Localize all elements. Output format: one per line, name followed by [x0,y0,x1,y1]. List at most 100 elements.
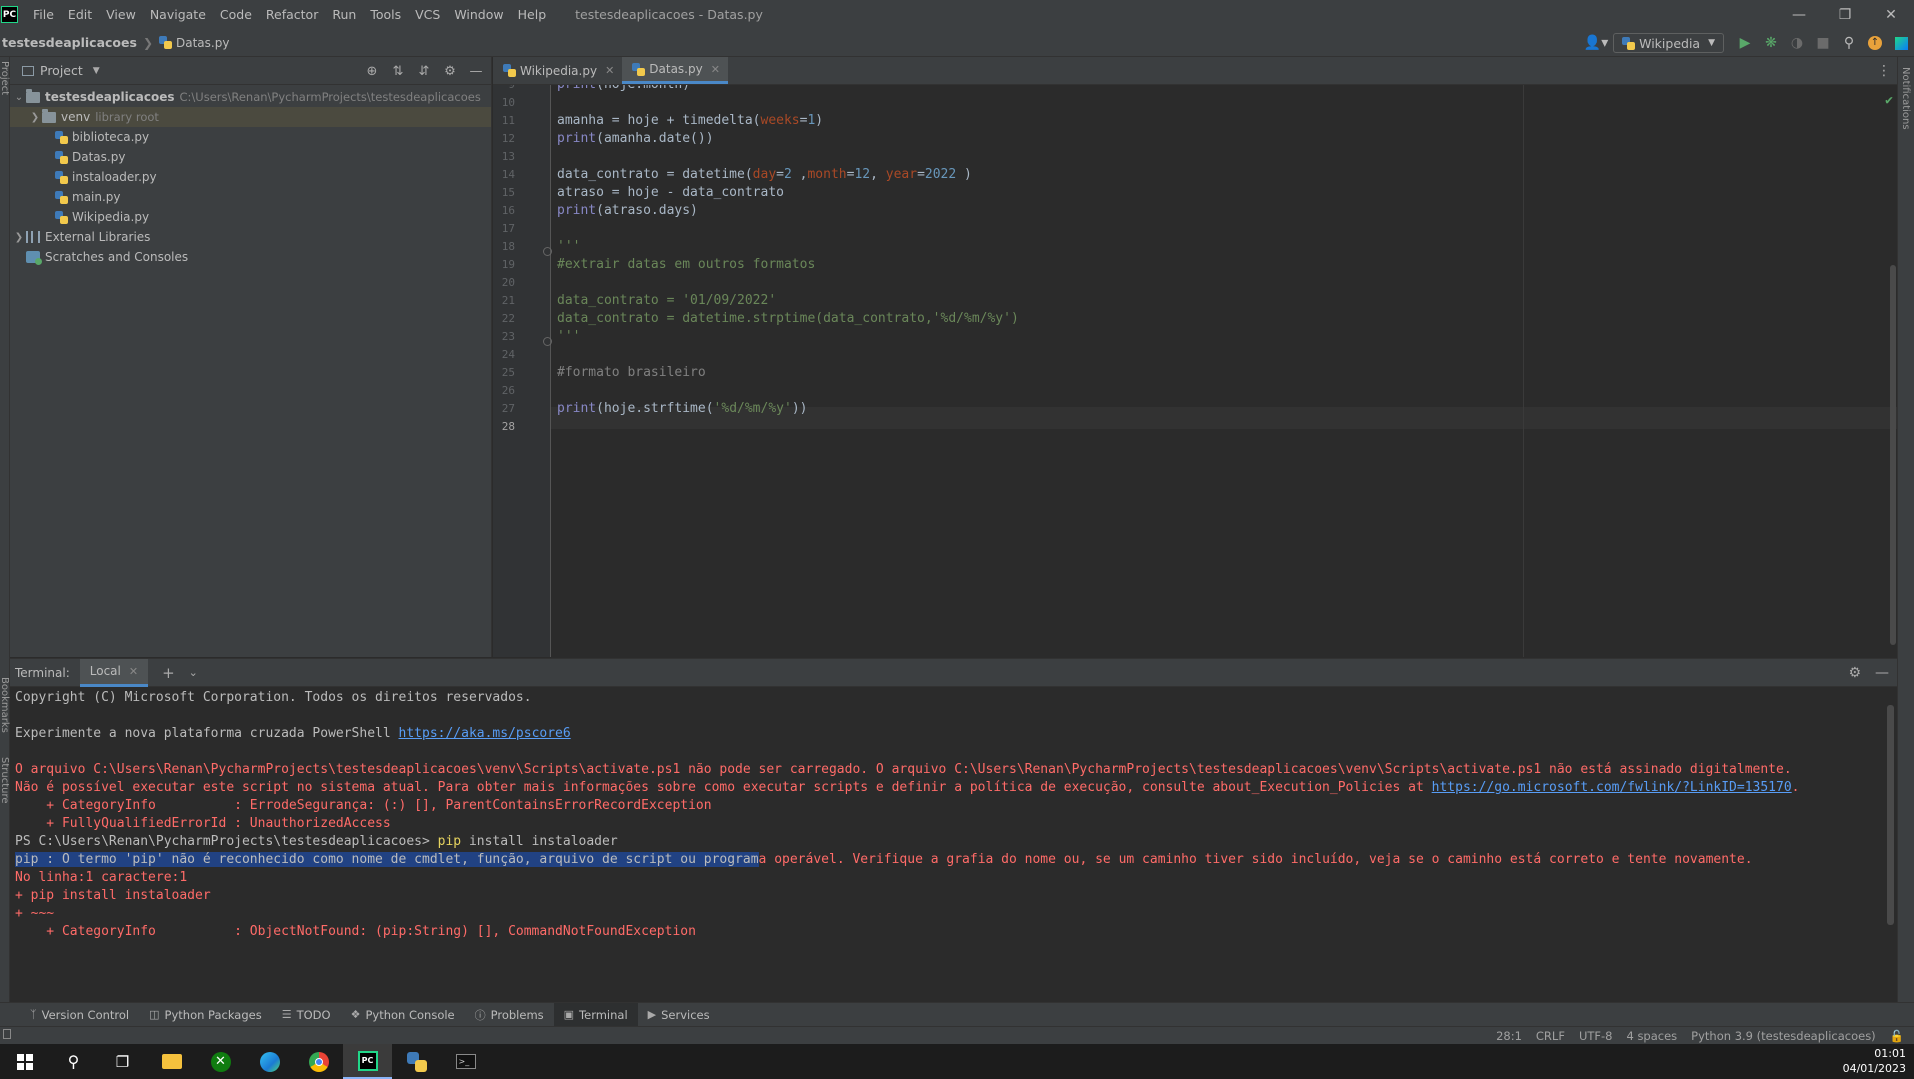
taskbar-search-button[interactable]: ⚲ [49,1044,98,1079]
tool-tab-services[interactable]: ▶ Services [638,1003,720,1027]
notifications-stripe-label[interactable]: Notifications [1900,67,1911,130]
python-interpreter[interactable]: Python 3.9 (testesdeaplicacoes) [1691,1029,1876,1043]
run-icon[interactable]: ▶ [1732,29,1758,57]
search-icon[interactable]: ⚲ [1836,29,1862,57]
taskbar-python[interactable] [392,1044,441,1079]
tool-tab-problems[interactable]: ⓘ Problems [465,1003,554,1027]
menu-file[interactable]: File [26,7,61,22]
breadcrumb-project[interactable]: testesdeaplicacoes [2,35,137,50]
expand-all-icon[interactable]: ⇅ [385,64,411,79]
tree-item-file[interactable]: Datas.py [10,147,491,167]
jetbrains-logo-icon[interactable] [1888,29,1914,57]
scratches-icon [26,251,42,265]
tree-item-file[interactable]: main.py [10,187,491,207]
tree-item-scratches[interactable]: Scratches and Consoles [10,247,491,267]
editor-scrollbar[interactable] [1889,85,1897,657]
more-tabs-icon[interactable]: ⋮ [1877,57,1891,85]
menu-tools[interactable]: Tools [363,7,408,22]
menu-edit[interactable]: Edit [61,7,99,22]
locate-file-icon[interactable]: ⊕ [359,64,385,79]
chevron-down-icon[interactable]: ⌄ [12,92,26,103]
close-icon[interactable]: ✕ [129,665,138,678]
hide-panel-icon[interactable]: — [463,64,489,79]
scrollbar-thumb[interactable] [1890,265,1896,645]
menu-refactor[interactable]: Refactor [259,7,325,22]
tab-wikipedia-py[interactable]: Wikipedia.py ✕ [493,57,622,84]
close-icon[interactable]: ✕ [711,63,720,76]
caret-position[interactable]: 28:1 [1496,1029,1522,1043]
user-icon[interactable]: 👤▾ [1579,29,1613,57]
hide-panel-icon[interactable]: — [1875,665,1889,681]
menu-run[interactable]: Run [325,7,363,22]
tree-item-external-libraries[interactable]: ❯ External Libraries [10,227,491,247]
menu-view[interactable]: View [99,7,143,22]
terminal-output[interactable]: Copyright (C) Microsoft Corporation. Tod… [10,687,1897,1003]
coverage-icon[interactable]: ◑ [1784,29,1810,57]
restore-button[interactable]: ❐ [1822,0,1868,29]
terminal-link[interactable]: https://go.microsoft.com/fwlink/?LinkID=… [1432,780,1792,795]
taskbar-chrome[interactable] [294,1044,343,1079]
new-terminal-icon[interactable]: + [162,664,175,682]
tree-item-label: Wikipedia.py [72,210,150,224]
file-encoding[interactable]: UTF-8 [1579,1029,1613,1043]
bookmarks-stripe-label[interactable]: Bookmarks [0,677,10,733]
gear-icon[interactable]: ⚙ [1848,665,1861,681]
taskbar-terminal[interactable]: >_ [441,1044,490,1079]
tool-tab-todo[interactable]: ☰ TODO [272,1003,341,1027]
minimize-button[interactable]: — [1776,0,1822,29]
project-panel-title[interactable]: Project [40,63,83,78]
terminal-command-args: install instaloader [461,834,618,849]
start-button[interactable] [0,1044,49,1079]
chevron-right-icon[interactable]: ❯ [12,232,26,243]
code-editor: Wikipedia.py ✕ Datas.py ✕ ⋮ 9 10 11 12 1… [493,57,1897,657]
menu-code[interactable]: Code [213,7,259,22]
tree-item-file[interactable]: Wikipedia.py [10,207,491,227]
project-stripe-label[interactable]: Project [0,61,10,95]
tool-windows-toggle-icon[interactable] [3,1029,11,1039]
terminal-scrollbar-thumb[interactable] [1887,705,1894,925]
line-separator[interactable]: CRLF [1536,1029,1565,1043]
tool-tab-python-packages[interactable]: ◫ Python Packages [139,1003,272,1027]
tree-item-venv[interactable]: ❯ venv library root [10,107,491,127]
menu-help[interactable]: Help [511,7,554,22]
close-window-button[interactable]: ✕ [1868,0,1914,29]
tree-item-project-root[interactable]: ⌄ testesdeaplicacoes C:\Users\Renan\Pych… [10,87,491,107]
tool-tab-version-control[interactable]: ᛉ Version Control [20,1003,139,1027]
menu-window[interactable]: Window [447,7,510,22]
gear-icon[interactable]: ⚙ [437,64,463,79]
lock-icon[interactable]: 🔓 [1890,1029,1904,1043]
breadcrumb-file[interactable]: Datas.py [159,35,229,50]
fold-marker-icon[interactable] [543,247,552,256]
collapse-all-icon[interactable]: ⇵ [411,64,437,79]
code-area[interactable]: 9 10 11 12 13 14 15 16 17 18 19 20 21 22… [493,85,1897,657]
menu-vcs[interactable]: VCS [408,7,447,22]
menu-navigate[interactable]: Navigate [143,7,213,22]
debug-icon[interactable]: ❋ [1758,29,1784,57]
indent-setting[interactable]: 4 spaces [1626,1029,1677,1043]
chevron-right-icon[interactable]: ❯ [28,112,42,123]
taskbar-pycharm[interactable]: PC [343,1044,392,1079]
structure-stripe-label[interactable]: Structure [0,757,10,804]
chevron-down-icon[interactable]: ⌄ [189,666,198,679]
taskbar-xbox[interactable]: ✕ [196,1044,245,1079]
run-configuration-select[interactable]: Wikipedia ▼ [1613,33,1724,53]
python-file-icon [55,190,68,204]
taskbar-clock[interactable]: 01:01 04/01/2023 [1843,1046,1906,1076]
close-icon[interactable]: ✕ [605,64,614,77]
taskbar-file-explorer[interactable] [147,1044,196,1079]
tree-item-file[interactable]: instaloader.py [10,167,491,187]
update-icon[interactable]: ↑ [1862,29,1888,57]
pycharm-icon: PC [357,1050,378,1071]
task-view-button[interactable]: ❐ [98,1044,147,1079]
tab-datas-py[interactable]: Datas.py ✕ [622,57,728,84]
tool-tab-python-console[interactable]: ❖ Python Console [341,1003,465,1027]
terminal-header: Terminal: Local ✕ + ⌄ ⚙ — [10,658,1897,687]
chevron-down-icon[interactable]: ▼ [93,66,100,76]
tree-item-file[interactable]: biblioteca.py [10,127,491,147]
stop-icon[interactable]: ■ [1810,29,1836,57]
fold-marker-icon[interactable] [543,337,552,346]
terminal-link[interactable]: https://aka.ms/pscore6 [399,726,571,741]
taskbar-edge[interactable] [245,1044,294,1079]
terminal-tab-local[interactable]: Local ✕ [79,658,149,687]
tool-tab-terminal[interactable]: ▣ Terminal [553,1002,638,1027]
